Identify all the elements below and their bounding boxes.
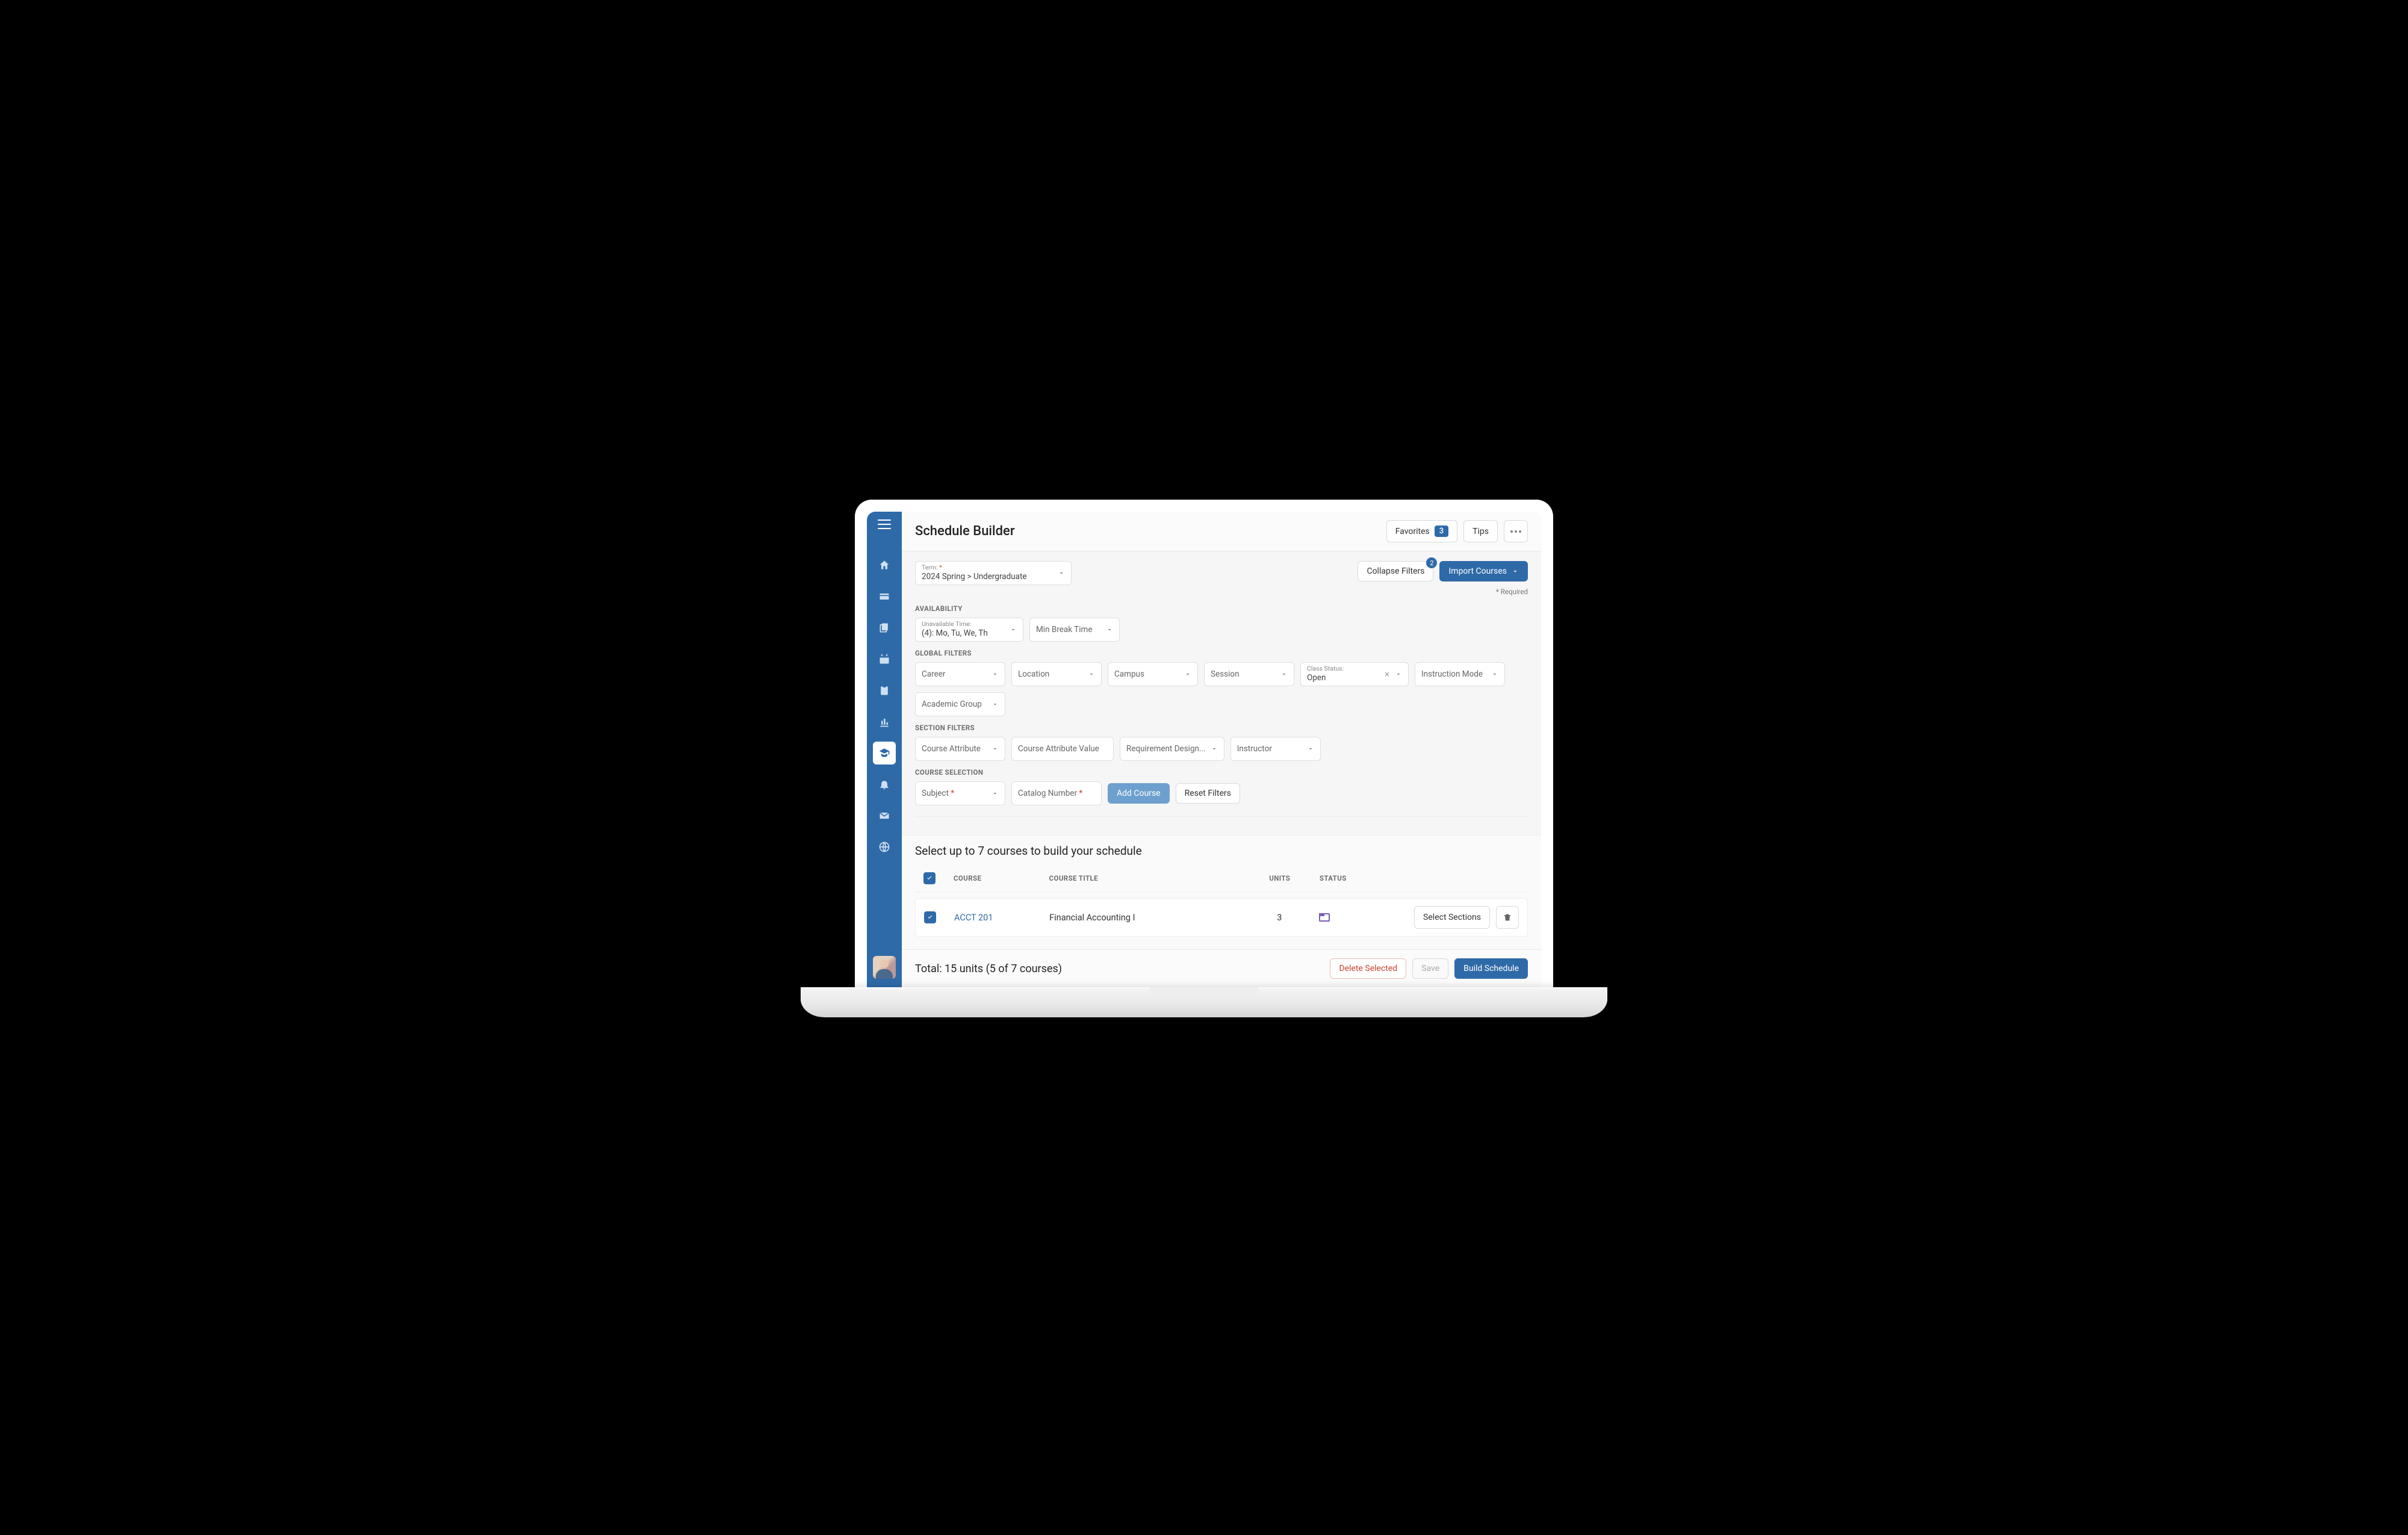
chevron-down-icon (991, 745, 999, 752)
location-select[interactable]: Location (1011, 662, 1102, 686)
more-icon (1510, 530, 1521, 533)
chevron-down-icon (1058, 569, 1065, 577)
course-link[interactable]: ACCT 201 (954, 913, 1049, 923)
filters-panel: Term: * 2024 Spring > Undergraduate Coll… (902, 551, 1541, 836)
career-select[interactable]: Career (915, 662, 1005, 686)
status-icon (1319, 913, 1330, 922)
tips-button[interactable]: Tips (1463, 520, 1498, 542)
trash-icon (1503, 913, 1512, 922)
collapse-filters-button[interactable]: Collapse Filters (1358, 561, 1433, 581)
chevron-down-icon (1395, 671, 1402, 678)
topbar: Schedule Builder Favorites 3 Tips (902, 512, 1541, 551)
table-row: ACCT 201 Financial Accounting I 3 Select… (915, 898, 1528, 937)
divider (915, 816, 1528, 817)
table-title: Select up to 7 courses to build your sch… (915, 844, 1528, 858)
more-button[interactable] (1504, 520, 1528, 542)
min-break-time-select[interactable]: Min Break Time (1029, 618, 1120, 642)
instructor-select[interactable]: Instructor (1230, 737, 1321, 761)
term-label: Term: * (922, 565, 1027, 571)
subject-select[interactable]: Subject * (915, 781, 1005, 805)
save-button[interactable]: Save (1412, 958, 1448, 979)
sidebar-item-mail[interactable] (873, 804, 896, 827)
section-label-global: GLOBAL FILTERS (915, 649, 1528, 657)
col-course-title: COURSE TITLE (1049, 874, 1240, 882)
build-schedule-button[interactable]: Build Schedule (1454, 958, 1528, 979)
menu-icon[interactable] (878, 518, 891, 531)
sidebar-item-notifications[interactable] (873, 773, 896, 796)
course-title: Financial Accounting I (1049, 913, 1240, 923)
sidebar-item-chart[interactable] (873, 710, 896, 733)
term-select[interactable]: Term: * 2024 Spring > Undergraduate (915, 561, 1072, 585)
chevron-down-icon (1211, 745, 1218, 752)
delete-selected-button[interactable]: Delete Selected (1330, 958, 1406, 979)
sidebar-item-web[interactable] (873, 836, 896, 858)
unavailable-time-select[interactable]: Unavailable Time: (4): Mo, Tu, We, Th (915, 618, 1023, 642)
sidebar-item-home[interactable] (873, 554, 896, 577)
section-label-section-filters: SECTION FILTERS (915, 724, 1528, 732)
chevron-down-icon (1491, 671, 1498, 678)
clear-class-status-icon[interactable] (1383, 670, 1391, 678)
chevron-down-icon (1280, 671, 1288, 678)
chevron-down-icon (1512, 568, 1519, 575)
active-filters-badge: 2 (1426, 557, 1437, 568)
sidebar (867, 512, 902, 987)
instruction-mode-select[interactable]: Instruction Mode (1415, 662, 1505, 686)
add-course-button[interactable]: Add Course (1108, 783, 1170, 804)
col-course: COURSE (954, 874, 1049, 882)
trackpad-notch (1150, 987, 1258, 996)
select-sections-button[interactable]: Select Sections (1414, 906, 1490, 929)
chevron-down-icon (1010, 626, 1017, 633)
sidebar-item-calendar[interactable] (873, 648, 896, 671)
page-title: Schedule Builder (915, 524, 1015, 539)
favorites-button[interactable]: Favorites 3 (1386, 520, 1457, 542)
favorites-count-badge: 3 (1435, 526, 1448, 537)
campus-select[interactable]: Campus (1108, 662, 1198, 686)
reset-filters-button[interactable]: Reset Filters (1176, 783, 1240, 804)
favorites-label: Favorites (1395, 527, 1430, 536)
delete-row-button[interactable] (1496, 906, 1519, 929)
chevron-down-icon (1106, 626, 1113, 633)
sidebar-item-schedule-builder[interactable] (873, 742, 896, 764)
session-select[interactable]: Session (1204, 662, 1294, 686)
term-value: 2024 Spring > Undergraduate (922, 572, 1027, 581)
bottom-bar: Total: 15 units (5 of 7 courses) Delete … (902, 949, 1541, 987)
chevron-down-icon (1184, 671, 1191, 678)
required-note: * Required (1496, 588, 1528, 596)
total-summary: Total: 15 units (5 of 7 courses) (915, 963, 1062, 975)
catalog-number-input[interactable]: Catalog Number * (1011, 781, 1102, 805)
sidebar-item-copy[interactable] (873, 616, 896, 639)
chevron-down-icon (991, 671, 999, 678)
row-checkbox[interactable] (924, 911, 936, 923)
chevron-down-icon (991, 790, 999, 797)
requirement-designation-select[interactable]: Requirement Design... (1120, 737, 1224, 761)
class-status-select[interactable]: Class Status: Open (1300, 662, 1409, 686)
chevron-down-icon (1088, 671, 1095, 678)
chevron-down-icon (1307, 745, 1314, 752)
course-attribute-value-select[interactable]: Course Attribute Value (1011, 737, 1114, 761)
section-label-availability: AVAILABILITY (915, 604, 1528, 613)
select-all-checkbox[interactable] (923, 872, 936, 884)
import-courses-button[interactable]: Import Courses (1439, 561, 1528, 581)
course-attribute-select[interactable]: Course Attribute (915, 737, 1005, 761)
course-table-area: Select up to 7 courses to build your sch… (902, 836, 1541, 949)
col-units: UNITS (1240, 874, 1320, 882)
chevron-down-icon (991, 701, 999, 708)
section-label-course-selection: COURSE SELECTION (915, 768, 1528, 777)
sidebar-item-clipboard[interactable] (873, 679, 896, 702)
course-units: 3 (1240, 913, 1319, 923)
main: Schedule Builder Favorites 3 Tips (902, 512, 1541, 987)
col-status: STATUS (1320, 874, 1399, 882)
sidebar-item-card[interactable] (873, 585, 896, 608)
laptop-base (801, 987, 1607, 1017)
avatar[interactable] (873, 956, 896, 979)
academic-group-select[interactable]: Academic Group (915, 692, 1005, 716)
